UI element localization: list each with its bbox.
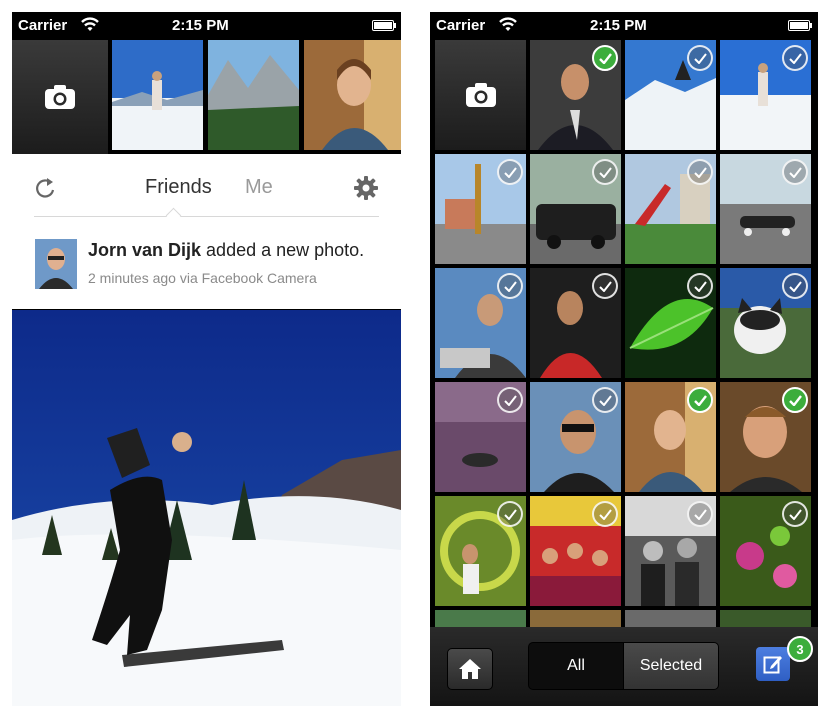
compose-button[interactable] [756,647,790,681]
photo-thumbnail[interactable] [530,40,621,150]
gear-icon[interactable] [354,176,378,200]
photo-thumbnail[interactable] [720,382,811,492]
battery-icon [372,20,396,31]
battery-icon [788,20,812,31]
checkmark-icon[interactable] [782,273,808,299]
clock: 2:15 PM [172,17,229,34]
wifi-icon [499,17,517,31]
photo-thumbnail[interactable] [625,154,716,264]
avatar[interactable] [35,239,77,289]
story-text: Jorn van Dijk added a new photo. [88,240,364,261]
carrier-label: Carrier [436,17,486,34]
segment-selected[interactable]: Selected [623,642,719,690]
photo-thumbnail[interactable] [625,496,716,606]
photo-thumbnail[interactable] [720,268,811,378]
author-name[interactable]: Jorn van Dijk [88,240,201,260]
story-timestamp: 2 minutes ago via Facebook Camera [88,270,317,286]
feed-card: Friends Me Jorn van Dijk added a new pho… [12,154,401,309]
camera-icon [45,85,75,109]
photo-thumbnail[interactable] [720,154,811,264]
checkmark-icon[interactable] [687,273,713,299]
refresh-icon[interactable] [34,176,56,200]
photo-thumbnail[interactable] [435,268,526,378]
photo-thumbnail[interactable] [720,40,811,150]
tab-indicator [165,207,182,224]
photo-thumbnail[interactable] [625,382,716,492]
photo-portrait [304,40,401,150]
checkmark-icon[interactable] [497,501,523,527]
segment-all[interactable]: All [528,642,624,690]
checkmark-icon[interactable] [782,45,808,71]
checkmark-icon[interactable] [782,387,808,413]
compose-icon [763,656,782,674]
photo-picker-screen: Carrier 2:15 PM All Selected 3 [430,12,818,706]
tab-me[interactable]: Me [245,176,273,199]
checkmark-icon[interactable] [592,501,618,527]
checkmark-icon[interactable] [497,273,523,299]
photo-thumbnail[interactable] [625,40,716,150]
avatar-image [35,239,77,289]
checkmark-icon[interactable] [592,273,618,299]
status-bar: Carrier 2:15 PM [430,12,818,39]
photo-thumbnail[interactable] [530,610,621,627]
checkmark-icon[interactable] [782,159,808,185]
bottom-toolbar: All Selected 3 [430,627,818,706]
photo-thumbnail[interactable] [625,610,716,627]
photo-thumbnail[interactable] [720,610,811,627]
photo-valley [208,40,299,150]
checkmark-icon[interactable] [782,501,808,527]
checkmark-icon[interactable] [592,387,618,413]
camera-icon [465,83,496,107]
photo-thumbnail[interactable] [720,496,811,606]
checkmark-icon[interactable] [592,45,618,71]
clock: 2:15 PM [590,17,647,34]
tab-divider [34,216,379,217]
photo-snowboarder [12,310,401,706]
checkmark-icon[interactable] [592,159,618,185]
photo-thumbnail[interactable] [112,40,203,150]
checkmark-icon[interactable] [497,387,523,413]
tab-friends[interactable]: Friends [145,176,212,199]
photo-thumbnail[interactable] [435,154,526,264]
wifi-icon [81,17,99,31]
status-bar: Carrier 2:15 PM [12,12,401,39]
photo-thumbnail[interactable] [435,610,526,627]
photo-thumbnail[interactable] [530,154,621,264]
home-button[interactable] [447,648,493,690]
checkmark-icon[interactable] [687,387,713,413]
photo-thumbnail[interactable] [435,382,526,492]
photo-thumbnail[interactable] [530,496,621,606]
photo-thumbnail[interactable] [625,268,716,378]
feed-screen: Carrier 2:15 PM Friends Me Jorn van Dijk… [12,12,401,706]
story-action: added a new photo. [201,240,365,260]
checkmark-icon[interactable] [687,45,713,71]
photo-thumbnail[interactable] [435,496,526,606]
photo-thumbnail[interactable] [208,40,299,150]
carrier-label: Carrier [18,17,68,34]
photo-thumbnail[interactable] [530,382,621,492]
camera-button[interactable] [435,40,526,150]
checkmark-icon[interactable] [687,159,713,185]
feed-photo[interactable] [12,310,401,706]
selected-count-badge: 3 [787,636,813,662]
home-icon [459,659,481,679]
photo-thumbnail[interactable] [530,268,621,378]
camera-button[interactable] [12,40,108,154]
checkmark-icon[interactable] [497,159,523,185]
photo-thumbnail[interactable] [304,40,401,150]
photo-snowboard-jump [112,40,203,150]
checkmark-icon[interactable] [687,501,713,527]
